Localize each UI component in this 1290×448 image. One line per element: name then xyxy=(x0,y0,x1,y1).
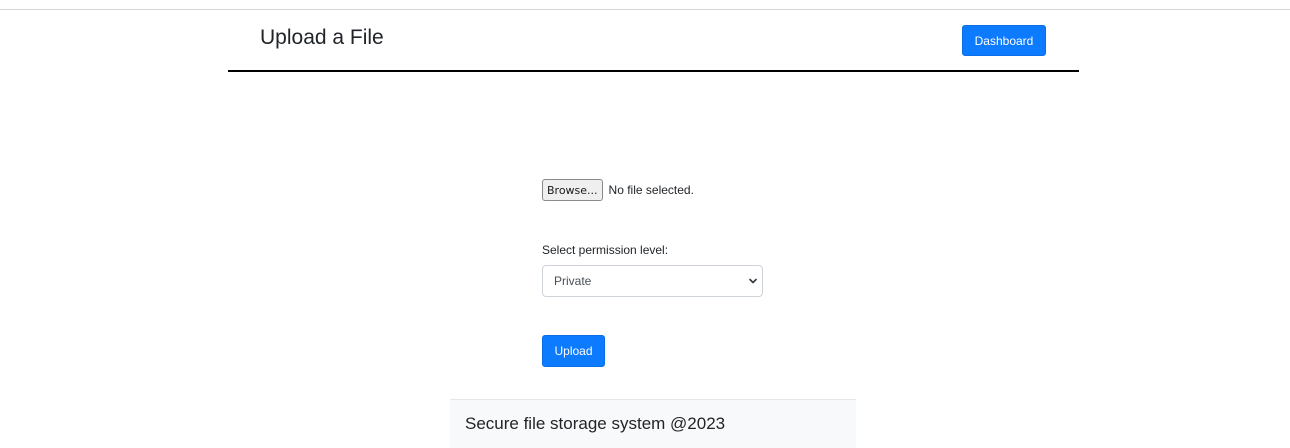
page-header: Upload a File Dashboard xyxy=(228,10,1079,72)
file-status-text: No file selected. xyxy=(608,183,694,197)
chevron-down-icon xyxy=(749,278,757,284)
permission-select[interactable]: Private xyxy=(542,265,763,297)
dashboard-button[interactable]: Dashboard xyxy=(962,25,1046,56)
browse-button[interactable]: Browse... xyxy=(542,179,603,201)
file-input: Browse... No file selected. xyxy=(542,179,694,201)
footer-text: Secure file storage system @2023 xyxy=(465,414,726,433)
page-title: Upload a File xyxy=(260,26,384,49)
permission-label: Select permission level: xyxy=(542,243,669,257)
upload-button[interactable]: Upload xyxy=(542,335,605,367)
footer: Secure file storage system @2023 xyxy=(450,399,856,448)
permission-selected-value: Private xyxy=(554,274,592,288)
